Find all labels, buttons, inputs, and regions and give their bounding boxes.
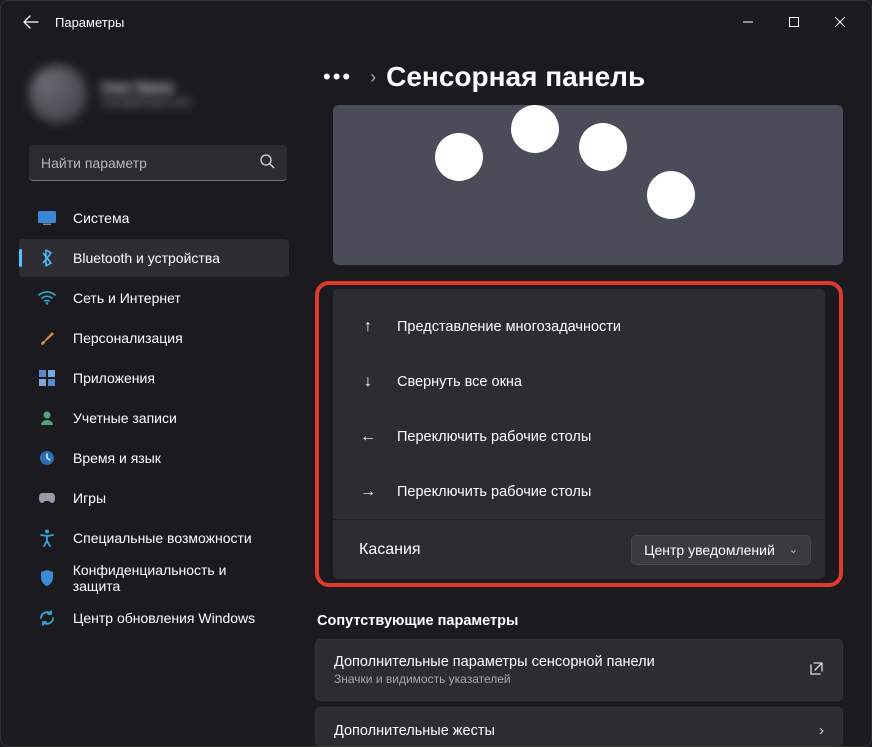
avatar [29,65,87,123]
touch-point-icon [435,133,483,181]
nav-gaming[interactable]: Игры [19,479,289,517]
profile-block[interactable]: User Name user@email.com [11,53,297,141]
nav-list: Система Bluetooth и устройства Сеть и Ин… [11,199,297,637]
maximize-icon [788,16,800,28]
card-title: Дополнительные жесты [334,723,495,739]
shield-icon [37,568,57,588]
card-touchpad-advanced[interactable]: Дополнительные параметры сенсорной панел… [315,639,843,701]
update-icon [37,608,57,628]
gesture-preview [333,105,843,265]
maximize-button[interactable] [771,4,817,40]
profile-email: user@email.com [101,95,191,109]
nav-label: Приложения [73,370,155,386]
touch-point-icon [647,171,695,219]
nav-label: Специальные возможности [73,530,252,546]
arrow-left-icon: ← [355,428,381,446]
nav-label: Система [73,210,129,226]
nav-label: Персонализация [73,330,183,346]
window-title: Параметры [55,15,124,30]
arrow-up-icon: ↑ [355,318,381,336]
breadcrumb: ••• › Сенсорная панель [315,61,843,93]
nav-accessibility[interactable]: Специальные возможности [19,519,289,557]
nav-update[interactable]: Центр обновления Windows [19,599,289,637]
chevron-right-icon: › [819,722,824,739]
gesture-row-tap: Касания Центр уведомлений ⌄ [333,519,825,579]
gesture-card: ↑ Представление многозадачности ↓ Сверну… [333,289,825,579]
wifi-icon [37,288,57,308]
nav-label: Центр обновления Windows [73,610,255,626]
main-content: ••• › Сенсорная панель ↑ Представление м… [301,43,871,746]
breadcrumb-overflow[interactable]: ••• [315,64,360,90]
nav-privacy[interactable]: Конфиденциальность и защита [19,559,289,597]
chevron-down-icon: ⌄ [789,543,798,556]
arrow-left-icon [23,14,39,30]
nav-bluetooth[interactable]: Bluetooth и устройства [19,239,289,277]
clock-icon [37,448,57,468]
gesture-row-right[interactable]: → Переключить рабочие столы [333,464,825,519]
gesture-row-up[interactable]: ↑ Представление многозадачности [333,299,825,354]
nav-personalization[interactable]: Персонализация [19,319,289,357]
gesture-row-left[interactable]: ← Переключить рабочие столы [333,409,825,464]
touch-point-icon [579,123,627,171]
apps-icon [37,368,57,388]
minimize-button[interactable] [725,4,771,40]
nav-label: Время и язык [73,450,161,466]
gesture-label: Переключить рабочие столы [397,484,591,500]
profile-name: User Name [101,79,191,95]
chevron-right-icon: › [370,67,376,88]
touch-point-icon [511,105,559,153]
nav-label: Учетные записи [73,410,177,426]
nav-system[interactable]: Система [19,199,289,237]
card-title: Дополнительные параметры сенсорной панел… [334,654,655,670]
gesture-label: Свернуть все окна [397,374,522,390]
search-icon [259,153,275,172]
arrow-right-icon: → [355,483,381,501]
nav-label: Конфиденциальность и защита [73,562,275,594]
card-subtitle: Значки и видимость указателей [334,672,655,686]
bluetooth-icon [37,248,57,268]
close-icon [834,16,846,28]
monitor-icon [37,208,57,228]
minimize-icon [742,16,754,28]
dropdown-value: Центр уведомлений [644,542,775,558]
back-button[interactable] [13,4,49,40]
card-gestures-advanced[interactable]: Дополнительные жесты › [315,707,843,746]
open-external-icon [809,661,824,680]
highlighted-region: ↑ Представление многозадачности ↓ Сверну… [315,281,843,587]
nav-time[interactable]: Время и язык [19,439,289,477]
nav-network[interactable]: Сеть и Интернет [19,279,289,317]
titlebar: Параметры [1,1,871,43]
nav-label: Сеть и Интернет [73,290,181,306]
nav-accounts[interactable]: Учетные записи [19,399,289,437]
nav-apps[interactable]: Приложения [19,359,289,397]
page-title: Сенсорная панель [386,61,645,93]
nav-label: Игры [73,490,106,506]
person-icon [37,408,57,428]
close-button[interactable] [817,4,863,40]
gesture-label: Представление многозадачности [397,319,621,335]
search-box[interactable] [29,145,287,181]
gamepad-icon [37,488,57,508]
arrow-down-icon: ↓ [355,373,381,391]
tap-dropdown[interactable]: Центр уведомлений ⌄ [631,535,811,565]
sidebar: User Name user@email.com Система Bluetoo… [1,43,301,746]
brush-icon [37,328,57,348]
gesture-row-down[interactable]: ↓ Свернуть все окна [333,354,825,409]
tap-label: Касания [359,541,421,559]
related-heading: Сопутствующие параметры [317,613,843,629]
search-input[interactable] [41,155,259,171]
nav-label: Bluetooth и устройства [73,250,220,266]
gesture-label: Переключить рабочие столы [397,429,591,445]
accessibility-icon [37,528,57,548]
